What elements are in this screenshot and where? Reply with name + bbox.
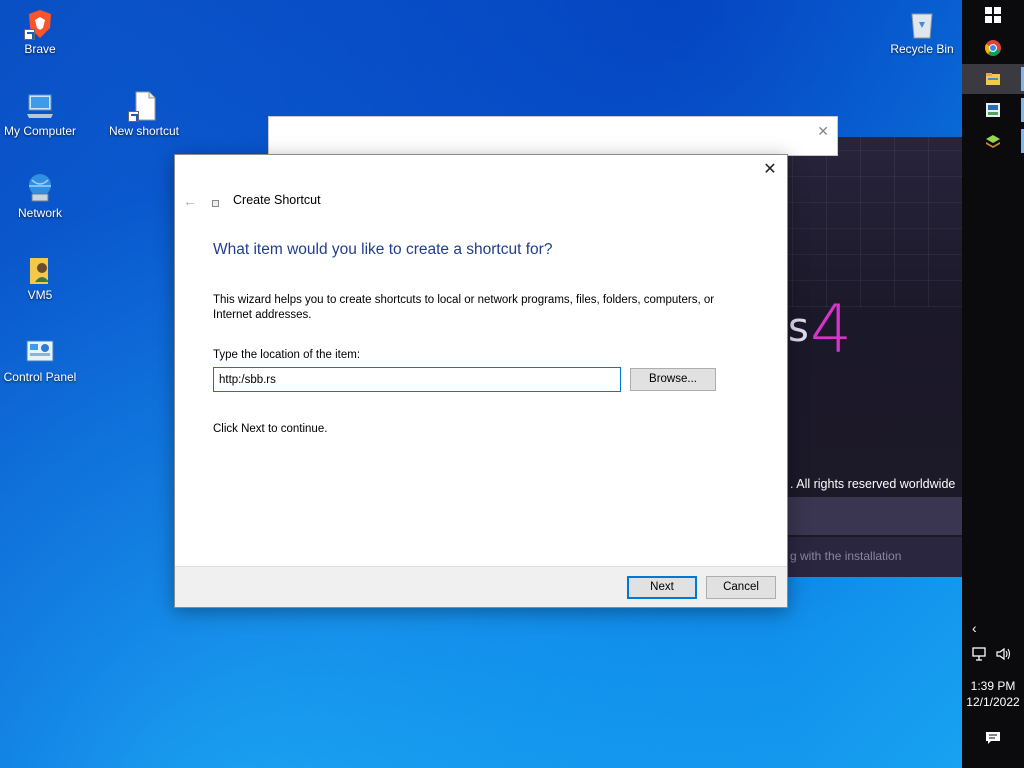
desktop-icon-my-computer[interactable]: My Computer [0,90,80,139]
close-icon[interactable]: ✕ [817,123,829,140]
windows-start-icon [985,7,1001,23]
location-label: Type the location of the item: [213,349,361,361]
recycle-bin-icon [906,8,938,40]
start-button[interactable] [962,0,1024,30]
notification-icon[interactable] [985,730,1001,749]
desktop-icon-label: Control Panel [3,370,77,384]
clock-time: 1:39 PM [970,679,1016,693]
chevron-left-icon[interactable]: ‹ [972,620,977,636]
desktop-icon-new-shortcut[interactable]: New shortcut [104,90,184,139]
desktop-icon-label: My Computer [3,124,77,138]
clock[interactable]: 1:39 PM 12/1/2022 [962,678,1024,710]
network-status-icon[interactable] [971,646,987,665]
desktop-icon-label: New shortcut [108,124,180,138]
desktop-icon-label: Recycle Bin [890,42,954,56]
installer-rights-text: . All rights reserved worldwide [790,477,956,491]
desktop-icon-network[interactable]: Network [0,172,80,221]
browse-button[interactable]: Browse... [630,368,716,391]
control-panel-icon [24,336,56,368]
location-input[interactable] [213,367,621,392]
layers-icon [986,135,1000,148]
next-button[interactable]: Next [627,576,697,599]
desktop-icon-label: Network [17,206,62,220]
chrome-icon [985,40,1001,56]
computer-icon [24,90,56,122]
background-dialog[interactable]: ✕ [268,116,838,156]
volume-icon[interactable] [995,646,1011,665]
desktop-icon-label: VM5 [27,288,53,302]
desktop-icon-label: Brave [24,42,56,56]
taskbar-layers[interactable] [962,126,1024,156]
close-icon[interactable]: ✕ [761,161,779,179]
installer-option-bar[interactable] [788,497,962,535]
wizard-description: This wizard helps you to create shortcut… [213,294,715,321]
taskbar-file-explorer[interactable] [962,64,1024,94]
dialog-footer: Next Cancel [175,566,787,607]
desktop-icon-control-panel[interactable]: Control Panel [0,336,80,385]
desktop-icon-vm5[interactable]: VM5 [0,254,80,303]
dialog-title: Create Shortcut [233,193,321,207]
continue-hint: Click Next to continue. [213,423,328,435]
app-icon [986,103,1000,117]
installer-status-text: g with the installation [790,549,902,563]
shortcut-file-icon [128,90,160,122]
desktop-icon-recycle-bin[interactable]: Recycle Bin [882,8,962,57]
taskbar-chrome[interactable] [962,33,1024,63]
cancel-button[interactable]: Cancel [706,576,776,599]
wizard-heading: What item would you like to create a sho… [213,241,553,258]
shortcut-icon [212,200,219,207]
clock-date: 12/1/2022 [966,695,1020,709]
desktop-icon-brave[interactable]: Brave [0,8,80,57]
user-folder-icon [24,254,56,286]
installer-brand-text: s [788,305,809,351]
installer-brand-number: 4 [810,291,852,368]
create-shortcut-dialog: ✕ ← Create Shortcut What item would you … [174,154,788,608]
brave-icon [24,8,56,40]
file-explorer-icon [986,73,1000,85]
taskbar-app[interactable] [962,95,1024,125]
network-icon [24,172,56,204]
back-arrow-icon[interactable]: ← [183,193,197,209]
taskbar: ‹ 1:39 PM 12/1/2022 [962,0,1024,768]
